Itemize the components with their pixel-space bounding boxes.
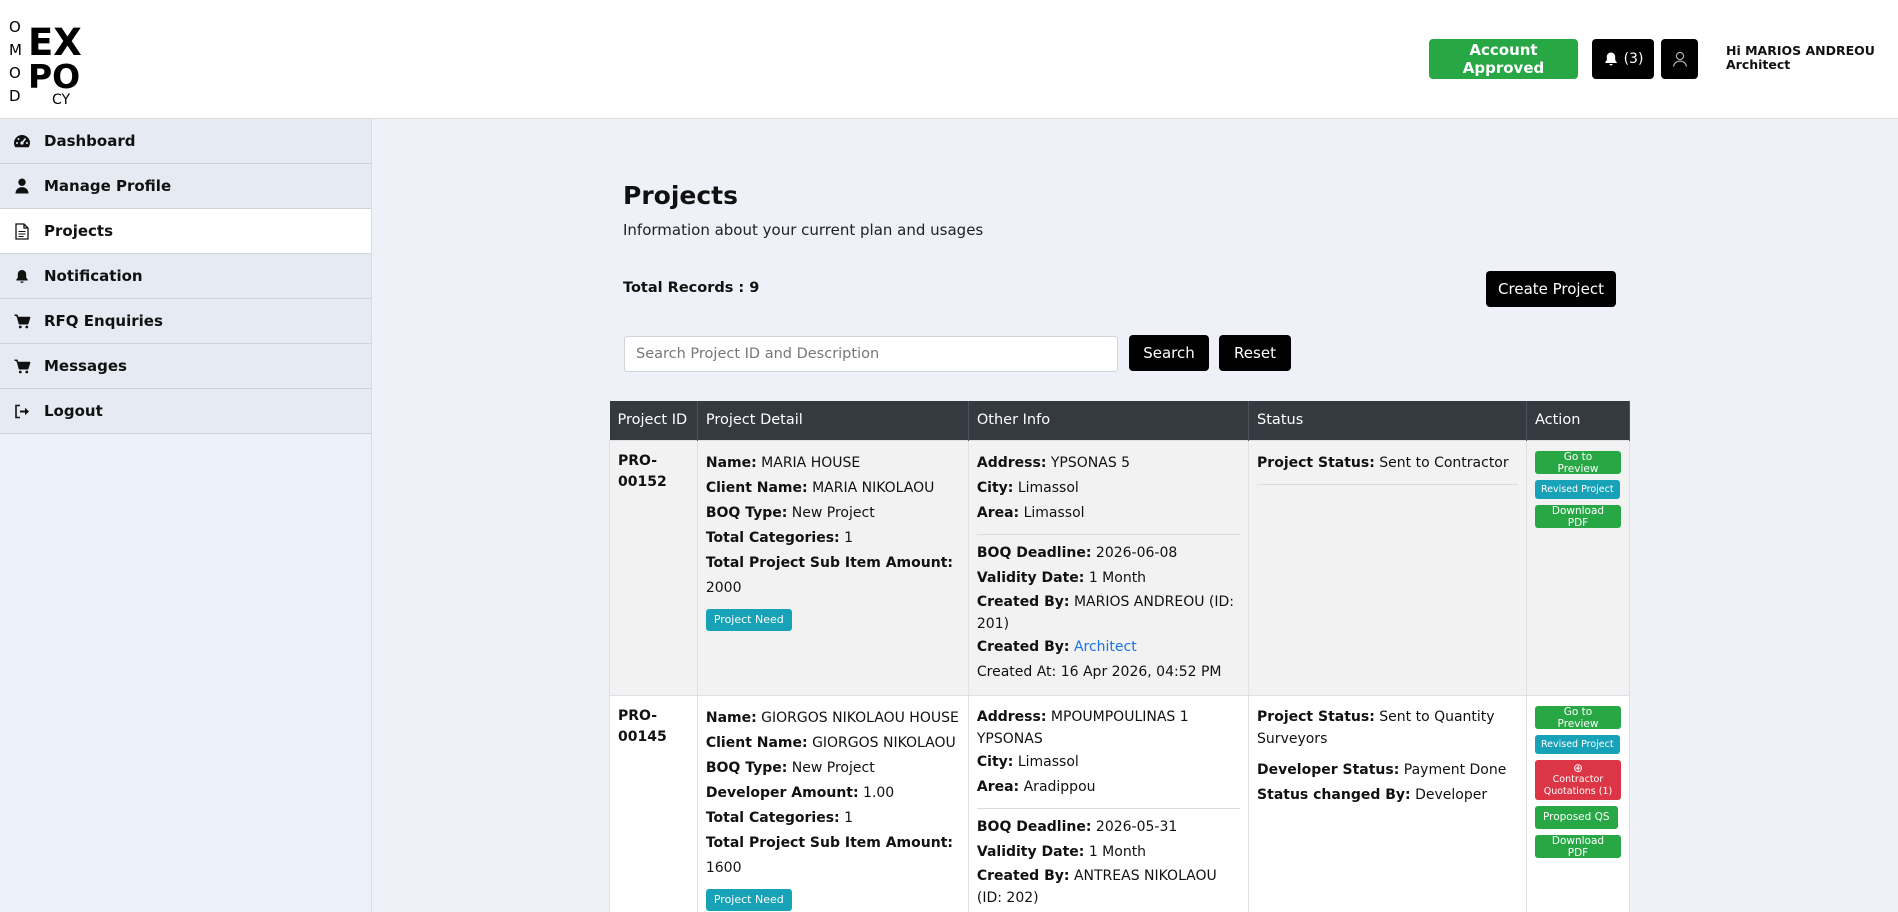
total-records: Total Records : 9 <box>623 280 760 296</box>
sidebar-item-label: Messages <box>44 357 127 375</box>
go-to-preview-button[interactable]: Go to Preview <box>1534 705 1621 730</box>
col-project-detail: Project Detail <box>697 401 969 440</box>
notifications-button[interactable]: (3) <box>1592 39 1654 79</box>
revised-project-button[interactable]: Revised Project <box>1534 479 1620 499</box>
svg-text:O: O <box>9 64 21 82</box>
sidebar-item-rfq-enquiries[interactable]: RFQ Enquiries <box>0 299 371 344</box>
account-approved-button[interactable]: Account Approved <box>1429 39 1578 79</box>
col-project-id: Project ID <box>609 401 698 440</box>
svg-text:CY: CY <box>52 92 71 106</box>
dashboard-icon <box>12 131 32 151</box>
svg-text:PO: PO <box>28 57 80 96</box>
sidebar-item-projects[interactable]: Projects <box>0 209 371 254</box>
svg-text:O: O <box>9 18 21 36</box>
svg-text:M: M <box>9 41 22 59</box>
created-by-role-link[interactable]: Architect <box>1074 639 1137 655</box>
user-icon <box>12 176 32 196</box>
project-need-badge[interactable]: Project Need <box>705 608 792 631</box>
reset-button[interactable]: Reset <box>1219 335 1291 371</box>
sidebar-item-label: RFQ Enquiries <box>44 312 163 330</box>
bell-icon <box>1604 52 1617 66</box>
download-pdf-button[interactable]: Download PDF <box>1534 504 1621 529</box>
table-header-row: Project ID Project Detail Other Info Sta… <box>609 401 1631 440</box>
user-outline-icon <box>1672 51 1687 67</box>
project-detail-cell: Name: MARIA HOUSE Client Name: MARIA NIK… <box>696 439 969 696</box>
page-subtitle: Information about your current plan and … <box>623 221 984 239</box>
search-button[interactable]: Search <box>1129 335 1209 371</box>
bell-icon <box>12 266 32 286</box>
top-header: O M O D EX PO CY Account Approved (3) Hi… <box>0 0 1898 119</box>
search-input[interactable] <box>624 336 1118 372</box>
proposed-qs-button[interactable]: Proposed QS <box>1534 805 1618 829</box>
action-cell: Go to Preview Revised Project Download P… <box>1525 439 1631 696</box>
project-detail-cell: Name: GIORGOS NIKOLAOU HOUSE Client Name… <box>696 694 969 912</box>
sidebar-item-dashboard[interactable]: Dashboard <box>0 119 371 164</box>
sidebar-item-notification[interactable]: Notification <box>0 254 371 299</box>
main-content: Projects Information about your current … <box>372 119 1898 912</box>
cart-icon <box>12 311 32 331</box>
contractor-quotations-label: Contractor Quotations (1) <box>1543 773 1613 797</box>
sidebar-item-label: Notification <box>44 267 143 285</box>
notification-count: (3) <box>1623 51 1644 67</box>
greeting-role: Architect <box>1726 57 1791 72</box>
cart-icon <box>12 356 32 376</box>
other-info-cell: Address: YPSONAS 5 City: Limassol Area: … <box>967 439 1250 696</box>
project-id-cell: PRO- 00152 <box>609 439 698 696</box>
created-at: Created At: 16 Apr 2026, 04:52 PM <box>976 663 1222 680</box>
create-project-button[interactable]: Create Project <box>1486 271 1616 307</box>
greeting-name: Hi MARIOS ANDREOU <box>1726 43 1875 58</box>
status-cell: Project Status: Sent to Contractor <box>1248 439 1527 696</box>
contractor-quotations-button[interactable]: ⊕ Contractor Quotations (1) <box>1534 759 1621 800</box>
sidebar-item-label: Logout <box>44 402 103 420</box>
sidebar-item-manage-profile[interactable]: Manage Profile <box>0 164 371 209</box>
project-id-cell: PRO- 00145 <box>609 694 698 912</box>
sidebar-item-logout[interactable]: Logout <box>0 389 371 434</box>
status-cell: Project Status: Sent to Quantity Surveyo… <box>1248 694 1527 912</box>
document-icon <box>12 221 32 241</box>
svg-text:D: D <box>9 87 21 105</box>
logout-icon <box>12 401 32 421</box>
project-need-badge[interactable]: Project Need <box>705 888 792 911</box>
download-pdf-button[interactable]: Download PDF <box>1534 834 1621 859</box>
plus-circle-icon: ⊕ <box>1572 760 1583 775</box>
table-row: PRO- 00145 Name: GIORGOS NIKOLAOU HOUSE … <box>609 694 1631 912</box>
domo-expo-logo[interactable]: O M O D EX PO CY <box>6 10 106 106</box>
col-status: Status <box>1248 401 1527 440</box>
table-row: PRO- 00152 Name: MARIA HOUSE Client Name… <box>609 439 1631 696</box>
projects-table: Project ID Project Detail Other Info Sta… <box>609 401 1631 912</box>
other-info-cell: Address: MPOUMPOULINAS 1 YPSONAS City: L… <box>967 694 1250 912</box>
sidebar-item-messages[interactable]: Messages <box>0 344 371 389</box>
user-greeting: Hi MARIOS ANDREOU Architect <box>1726 44 1875 72</box>
revised-project-button[interactable]: Revised Project <box>1534 734 1620 754</box>
sidebar: Dashboard Manage Profile Projects Notifi… <box>0 119 372 912</box>
sidebar-item-label: Manage Profile <box>44 177 172 195</box>
col-other-info: Other Info <box>968 401 1250 440</box>
action-cell: Go to Preview Revised Project ⊕ Contract… <box>1525 694 1631 912</box>
sidebar-item-label: Dashboard <box>44 132 136 150</box>
go-to-preview-button[interactable]: Go to Preview <box>1534 450 1621 475</box>
sidebar-item-label: Projects <box>44 222 114 240</box>
user-menu-button[interactable] <box>1661 39 1698 79</box>
page-title: Projects <box>623 181 739 210</box>
col-action: Action <box>1526 401 1631 440</box>
